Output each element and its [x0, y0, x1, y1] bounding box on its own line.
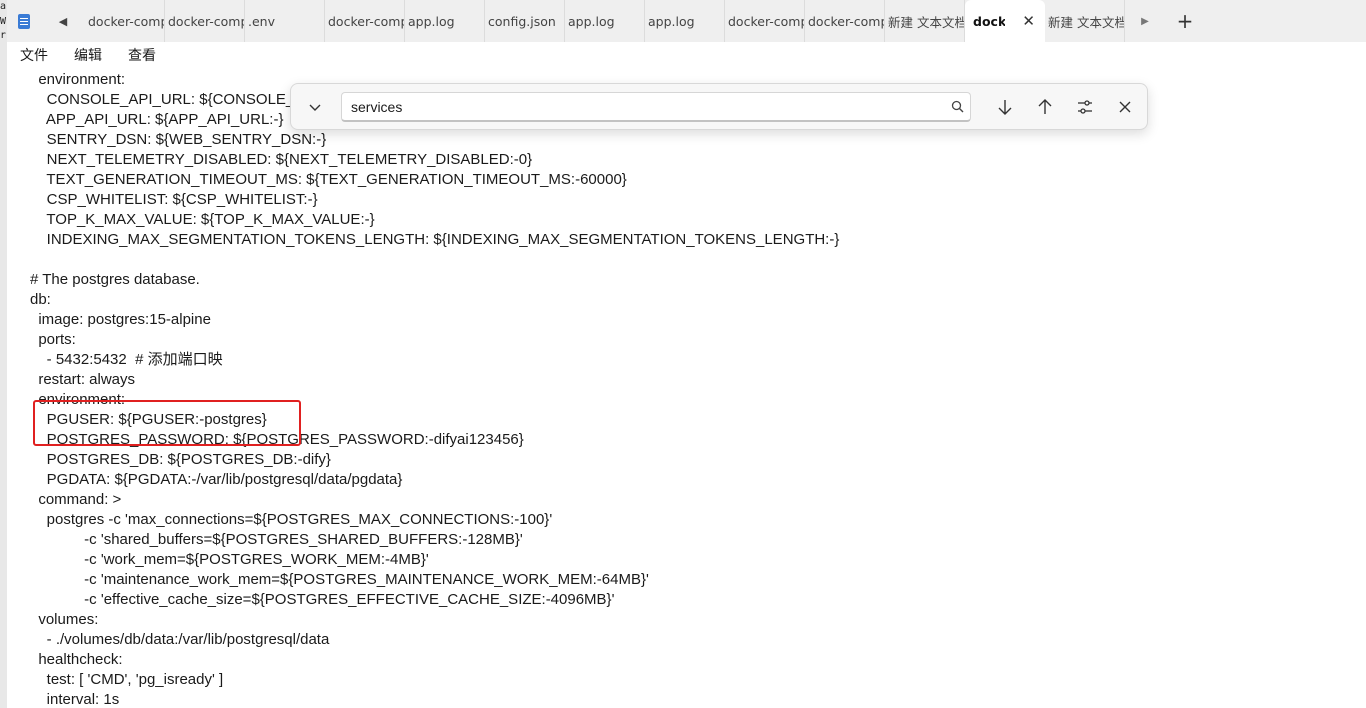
- code-line: ports:: [30, 331, 76, 348]
- find-next-button[interactable]: [989, 91, 1021, 123]
- find-input-box[interactable]: [341, 92, 971, 122]
- strip-char: a: [0, 1, 7, 12]
- tab-label: 新建 文本文档: [888, 14, 965, 30]
- tab-1[interactable]: docker-comp: [165, 0, 245, 42]
- notepad-app-icon: [7, 0, 41, 42]
- code-line: - 5432:5432 # 添加端口映: [30, 351, 223, 368]
- code-line: -c 'maintenance_work_mem=${POSTGRES_MAIN…: [30, 571, 649, 588]
- tab-9[interactable]: docker-comp: [805, 0, 885, 42]
- toggle-replace-button[interactable]: [299, 91, 331, 123]
- new-tab-button[interactable]: +: [1165, 9, 1205, 33]
- tab-10[interactable]: 新建 文本文档: [885, 0, 965, 42]
- code-line: interval: 1s: [30, 691, 120, 708]
- tab-label: docke: [973, 13, 1005, 29]
- tab-0[interactable]: docker-comp: [85, 0, 165, 42]
- code-line: TOP_K_MAX_VALUE: ${TOP_K_MAX_VALUE:-}: [30, 211, 375, 228]
- code-line: TEXT_GENERATION_TIMEOUT_MS: ${TEXT_GENER…: [30, 171, 627, 188]
- scroll-tabs-left-button[interactable]: ◀: [41, 15, 85, 28]
- tab-3[interactable]: docker-comp: [325, 0, 405, 42]
- menu-bar: 文件 编辑 查看: [7, 42, 1366, 68]
- code-line: command: >: [30, 491, 122, 508]
- find-panel: [290, 83, 1148, 130]
- find-input[interactable]: [342, 97, 944, 116]
- tab-label: docker-comp: [808, 13, 885, 29]
- menu-file[interactable]: 文件: [7, 45, 61, 65]
- tab-11[interactable]: docke ✕: [965, 0, 1045, 42]
- code-line: NEXT_TELEMETRY_DISABLED: ${NEXT_TELEMETR…: [30, 151, 533, 168]
- arrow-up-icon: [1038, 99, 1052, 114]
- tab-label: docker-comp: [88, 13, 165, 29]
- find-previous-button[interactable]: [1029, 91, 1061, 123]
- menu-view[interactable]: 查看: [115, 45, 169, 65]
- tab-8[interactable]: docker-comp: [725, 0, 805, 42]
- tab-label: app.log: [568, 13, 615, 29]
- code-line: test: [ 'CMD', 'pg_isready' ]: [30, 671, 224, 688]
- tab-label: 新建 文本文档: [1048, 14, 1125, 30]
- background-window-strip: aWr: [0, 0, 7, 708]
- code-line: volumes:: [30, 611, 99, 628]
- tab-5[interactable]: config.json: [485, 0, 565, 42]
- code-line: PGDATA: ${PGDATA:-/var/lib/postgresql/da…: [30, 471, 403, 488]
- text-editor-area[interactable]: environment: CONSOLE_API_URL: ${CONSOLE_…: [7, 68, 1366, 708]
- tab-label: docker-comp: [328, 13, 405, 29]
- menu-edit[interactable]: 编辑: [61, 45, 115, 65]
- find-options-button[interactable]: [1069, 91, 1101, 123]
- tab-list: docker-comp docker-comp .env docker-comp app…: [85, 0, 1125, 42]
- tab-label: docker-comp: [168, 13, 245, 29]
- tab-bar: ◀ docker-comp docker-comp .env docker-comp a…: [7, 0, 1366, 42]
- tab-12[interactable]: 新建 文本文档: [1045, 0, 1125, 42]
- code-line: -c 'shared_buffers=${POSTGRES_SHARED_BUF…: [30, 531, 523, 548]
- tab-label: config.json: [488, 13, 556, 29]
- tab-7[interactable]: app.log: [645, 0, 725, 42]
- tab-label: docker-comp: [728, 13, 805, 29]
- code-line: -c 'work_mem=${POSTGRES_WORK_MEM:-4MB}': [30, 551, 429, 568]
- code-line: SENTRY_DSN: ${WEB_SENTRY_DSN:-}: [30, 131, 327, 148]
- sliders-icon: [1078, 100, 1092, 114]
- code-line: restart: always: [30, 371, 136, 388]
- code-line: db:: [30, 291, 51, 308]
- code-line: INDEXING_MAX_SEGMENTATION_TOKENS_LENGTH:…: [30, 231, 840, 248]
- close-icon: [1119, 101, 1131, 113]
- code-line: healthcheck:: [30, 651, 123, 668]
- tab-label: app.log: [408, 13, 455, 29]
- code-line: postgres -c 'max_connections=${POSTGRES_…: [30, 511, 553, 528]
- scroll-tabs-right-button[interactable]: ▶: [1125, 16, 1165, 27]
- arrow-down-icon: [998, 100, 1012, 115]
- search-icon[interactable]: [944, 100, 970, 113]
- code-line: image: postgres:15-alpine: [30, 311, 211, 328]
- tab-label: app.log: [648, 13, 695, 29]
- strip-char: r: [0, 30, 7, 41]
- code-line: CSP_WHITELIST: ${CSP_WHITELIST:-}: [30, 191, 318, 208]
- tab-label: .env: [248, 13, 275, 29]
- code-line: # The postgres database.: [30, 271, 200, 288]
- close-tab-icon[interactable]: ✕: [1022, 12, 1035, 30]
- code-line: -c 'effective_cache_size=${POSTGRES_EFFE…: [30, 591, 615, 608]
- code-content: environment: CONSOLE_API_URL: ${CONSOLE_…: [30, 70, 839, 708]
- red-annotation-box: [33, 400, 301, 446]
- code-line: - ./volumes/db/data:/var/lib/postgresql/…: [30, 631, 330, 648]
- tab-4[interactable]: app.log: [405, 0, 485, 42]
- close-find-button[interactable]: [1109, 91, 1141, 123]
- tab-6[interactable]: app.log: [565, 0, 645, 42]
- chevron-down-icon: [309, 104, 321, 111]
- strip-char: W: [0, 15, 7, 27]
- code-line: POSTGRES_DB: ${POSTGRES_DB:-dify}: [30, 451, 331, 468]
- tab-2[interactable]: .env: [245, 0, 325, 42]
